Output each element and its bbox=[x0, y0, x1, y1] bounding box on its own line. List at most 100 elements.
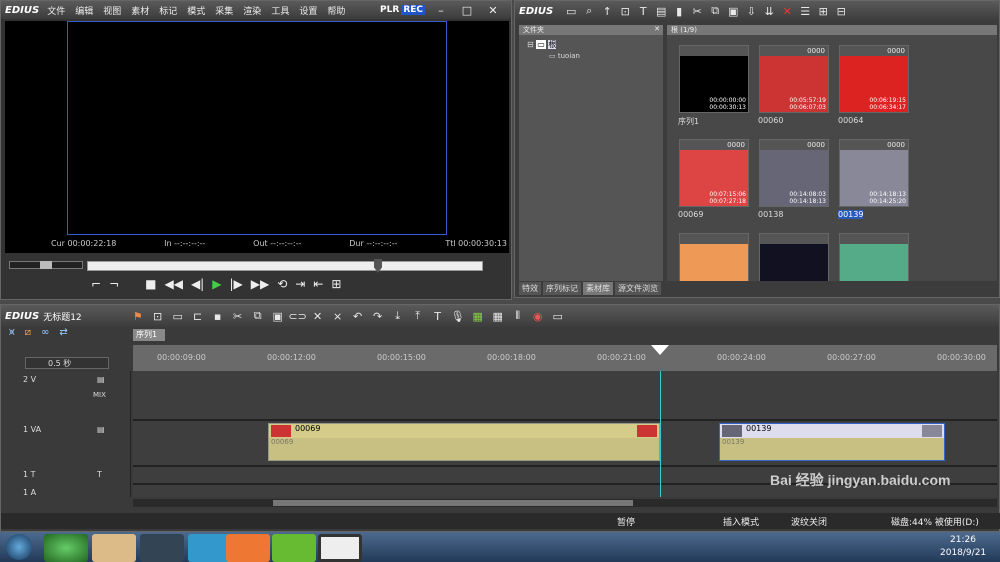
clip-thumbnail-card[interactable] bbox=[839, 233, 909, 281]
ripple-delete-icon[interactable]: ⨯ bbox=[330, 308, 346, 324]
mic-icon[interactable]: 🎙 bbox=[450, 308, 466, 324]
razor-icon[interactable]: ⧄ bbox=[25, 327, 31, 338]
taskbar-qq-icon[interactable] bbox=[140, 534, 184, 562]
search-icon[interactable]: ⌕ bbox=[581, 3, 597, 19]
copy-icon[interactable]: ⧉ bbox=[707, 3, 723, 19]
menu-marker[interactable]: 标记 bbox=[159, 4, 177, 17]
properties-icon[interactable]: ☰ bbox=[797, 3, 813, 19]
mode-icon[interactable]: ⚑ bbox=[130, 308, 146, 324]
record-icon[interactable]: ▮ bbox=[671, 3, 687, 19]
taskbar-explorer-icon[interactable] bbox=[92, 534, 136, 562]
insert-to-timeline-icon[interactable]: ⇥ bbox=[295, 277, 305, 291]
maximize-icon[interactable]: □ bbox=[459, 2, 475, 18]
render-icon[interactable]: ▦ bbox=[470, 308, 486, 324]
tab-source-browser[interactable]: 源文件浏览 bbox=[615, 282, 661, 295]
timeline-clip[interactable]: 00139 00139 bbox=[719, 423, 945, 461]
plr-button[interactable]: PLR bbox=[380, 5, 399, 15]
expand-icon[interactable]: ⊟ bbox=[527, 40, 534, 49]
play-icon[interactable]: ▶ bbox=[212, 277, 221, 291]
bin-menu-icon[interactable]: ⊟ bbox=[833, 3, 849, 19]
paste-icon[interactable]: ▣ bbox=[725, 3, 741, 19]
taskbar-app-icon[interactable] bbox=[44, 534, 88, 562]
open-project-icon[interactable]: ⊏ bbox=[190, 308, 206, 324]
set-out-icon[interactable]: ¬ bbox=[109, 277, 119, 291]
tab-effects[interactable]: 特效 bbox=[519, 282, 541, 295]
root-folder[interactable]: ⊟ ▭ 根 bbox=[527, 39, 663, 50]
clip-thumbnail-card[interactable]: 0000 00:06:19:15 00:06:34:17 00064 bbox=[838, 45, 909, 125]
sub-folder[interactable]: ▭ tuoian bbox=[549, 52, 663, 60]
title-icon[interactable]: T bbox=[430, 308, 446, 324]
undo-icon[interactable]: ↶ bbox=[350, 308, 366, 324]
color-icon[interactable]: ◉ bbox=[530, 308, 546, 324]
up-folder-icon[interactable]: ↑ bbox=[599, 3, 615, 19]
paste-icon[interactable]: ▣ bbox=[270, 308, 286, 324]
redo-icon[interactable]: ↷ bbox=[370, 308, 386, 324]
clip-thumbnail-card[interactable] bbox=[679, 233, 749, 281]
folder-panel-close-icon[interactable]: ✕ bbox=[654, 25, 660, 33]
loop-icon[interactable]: ⟲ bbox=[277, 277, 287, 291]
delete-icon[interactable]: ✕ bbox=[310, 308, 326, 324]
mixer-icon[interactable]: ⫴ bbox=[510, 308, 526, 324]
title-icon[interactable]: T bbox=[635, 3, 651, 19]
step-back-icon[interactable]: ◀| bbox=[191, 277, 204, 291]
step-forward-icon[interactable]: |▶ bbox=[229, 277, 242, 291]
clock-date[interactable]: 2018/9/21 bbox=[940, 548, 986, 558]
new-sequence-icon[interactable]: ▭ bbox=[170, 308, 186, 324]
minimize-icon[interactable]: – bbox=[433, 2, 449, 18]
time-ruler[interactable]: 00:00:09:00 00:00:12:00 00:00:15:00 00:0… bbox=[133, 345, 997, 371]
insert-icon[interactable]: ⇩ bbox=[743, 3, 759, 19]
rewind-icon[interactable]: ◀◀ bbox=[164, 277, 182, 291]
tab-bin[interactable]: 素材库 bbox=[583, 282, 613, 295]
clip-thumbnail-card[interactable]: 00:00:00:00 00:00:30:13 序列1 bbox=[678, 45, 749, 126]
clip-thumbnail-card[interactable] bbox=[759, 233, 829, 281]
horizontal-scrollbar[interactable] bbox=[133, 499, 997, 507]
snapshot-icon[interactable]: ⊡ bbox=[150, 308, 166, 324]
position-slider[interactable] bbox=[87, 259, 483, 273]
start-button[interactable] bbox=[6, 534, 32, 560]
menu-help[interactable]: 帮助 bbox=[327, 4, 345, 17]
fast-forward-icon[interactable]: ▶▶ bbox=[251, 277, 269, 291]
insert-mode-icon[interactable]: ⤓ bbox=[390, 308, 406, 324]
overwrite-mode-icon[interactable]: ⤒ bbox=[410, 308, 426, 324]
sequence-tab[interactable]: 序列1 bbox=[133, 329, 165, 341]
save-icon[interactable]: ▪ bbox=[210, 308, 226, 324]
taskbar-edius-icon[interactable] bbox=[272, 534, 316, 562]
overwrite-icon[interactable]: ⇊ bbox=[761, 3, 777, 19]
menu-file[interactable]: 文件 bbox=[47, 4, 65, 17]
tab-sequence-markers[interactable]: 序列标记 bbox=[543, 282, 581, 295]
clip-thumbnail-card[interactable]: 0000 00:07:15:06 00:07:27:18 00069 bbox=[678, 139, 749, 219]
clock-time[interactable]: 21:26 bbox=[950, 535, 976, 545]
zoom-control[interactable]: 0.5 秒 bbox=[25, 357, 109, 369]
grid-icon[interactable]: ▦ bbox=[490, 308, 506, 324]
delete-icon[interactable]: ✕ bbox=[779, 3, 795, 19]
track-visibility-icon[interactable]: ▤ bbox=[97, 375, 105, 384]
set-in-icon[interactable]: ⌐ bbox=[91, 277, 101, 291]
menu-settings[interactable]: 设置 bbox=[299, 4, 317, 17]
menu-edit[interactable]: 编辑 bbox=[75, 4, 93, 17]
timeline-clip[interactable]: 00069 00069 bbox=[268, 423, 660, 461]
link-tracks-icon[interactable]: ∞ bbox=[41, 327, 49, 338]
clip-thumbnail-card[interactable]: 0000 00:14:18:13 00:14:25:20 00139 bbox=[838, 139, 909, 219]
overwrite-icon[interactable]: ⇤ bbox=[313, 277, 323, 291]
shuttle-slider[interactable] bbox=[9, 261, 83, 269]
export-icon[interactable]: ⊞ bbox=[331, 277, 341, 291]
cut-icon[interactable]: ✂ bbox=[689, 3, 705, 19]
link-icon[interactable]: ⊂⊃ bbox=[288, 308, 306, 324]
stop-icon[interactable]: ■ bbox=[145, 277, 156, 291]
rec-button[interactable]: REC bbox=[401, 5, 425, 15]
taskbar-record-icon[interactable] bbox=[318, 534, 362, 562]
track-tool-icon[interactable]: ⩙ bbox=[9, 327, 15, 338]
clip-thumbnail-card[interactable]: 0000 00:05:57:19 00:06:07:03 00060 bbox=[758, 45, 829, 125]
menu-clip[interactable]: 素材 bbox=[131, 4, 149, 17]
close-icon[interactable]: ✕ bbox=[485, 2, 501, 18]
color-bars-icon[interactable]: ▤ bbox=[653, 3, 669, 19]
playhead-triangle[interactable] bbox=[651, 345, 669, 355]
menu-mode[interactable]: 模式 bbox=[187, 4, 205, 17]
sync-icon[interactable]: ⇄ bbox=[59, 327, 67, 338]
menu-render[interactable]: 渲染 bbox=[243, 4, 261, 17]
track-visibility-icon[interactable]: ▤ bbox=[97, 425, 105, 434]
menu-view[interactable]: 视图 bbox=[103, 4, 121, 17]
add-clip-icon[interactable]: ⊡ bbox=[617, 3, 633, 19]
playhead-marker[interactable] bbox=[374, 259, 382, 273]
layout-icon[interactable]: ▭ bbox=[550, 308, 566, 324]
